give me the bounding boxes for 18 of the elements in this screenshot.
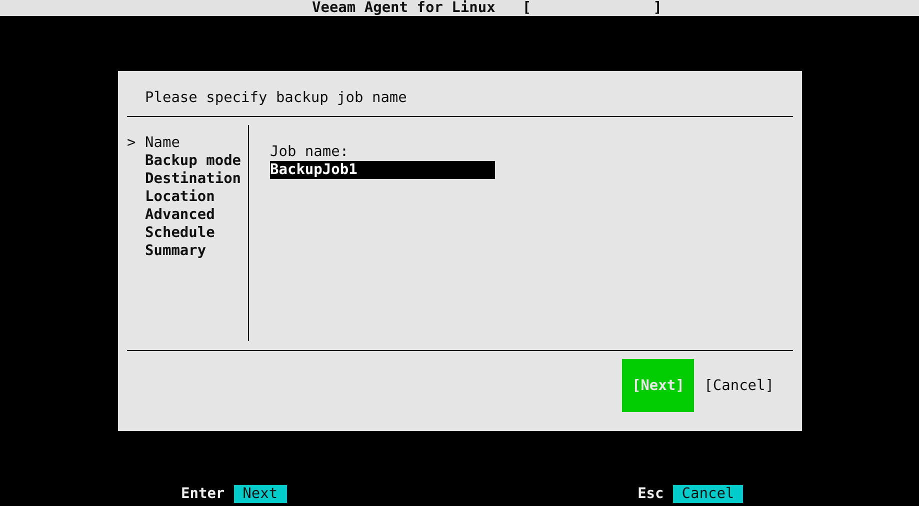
wizard-step[interactable]: Location [145, 188, 215, 206]
dialog-title: Please specify backup job name [145, 90, 407, 106]
field-label: Job name: [270, 143, 350, 161]
wizard-step[interactable]: Name [145, 134, 180, 152]
wizard-step[interactable]: Advanced [145, 206, 215, 224]
cursor-marker: > [127, 135, 136, 151]
hotkey-action[interactable]: Cancel [672, 485, 744, 503]
hotkey-label: Enter [181, 485, 225, 503]
app-title: Veeam Agent for Linux [312, 0, 496, 16]
wizard-step[interactable]: Summary [145, 242, 206, 260]
hotkey-action[interactable]: Next [234, 485, 287, 503]
cancel-button[interactable]: [Cancel] [704, 359, 774, 412]
job-name-field[interactable]: BackupJob1 [270, 161, 495, 179]
wizard-step[interactable]: Schedule [145, 224, 215, 242]
wizard-step[interactable]: Backup mode [145, 152, 242, 170]
wizard-step[interactable]: Destination [145, 170, 242, 188]
hotkey-label: Esc [638, 485, 664, 503]
status-indicator: [ ] [522, 0, 662, 16]
